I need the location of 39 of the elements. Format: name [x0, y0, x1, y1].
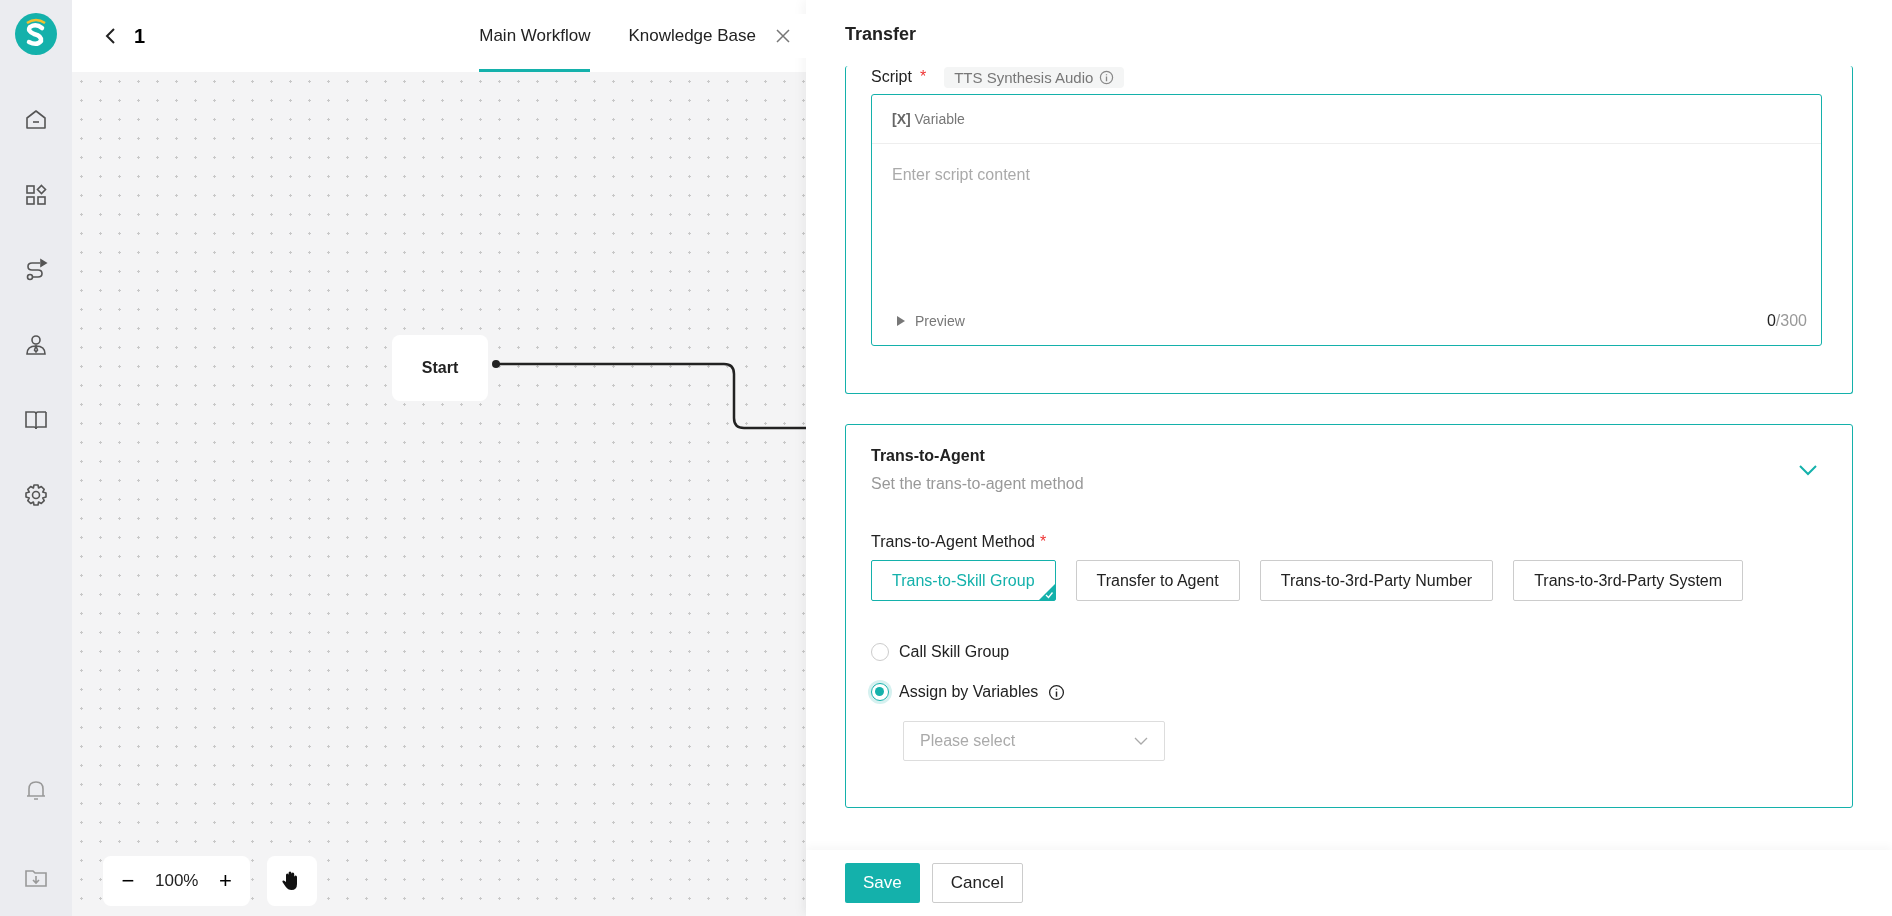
zoom-level: 100%	[155, 871, 199, 891]
back-button[interactable]: 1	[104, 24, 146, 48]
info-icon	[1099, 69, 1115, 85]
preview-button[interactable]: Preview	[896, 313, 965, 329]
play-icon	[896, 315, 906, 327]
audio-type-tag: TTS Synthesis Audio	[944, 66, 1125, 88]
radio-label: Assign by Variables	[899, 683, 1039, 701]
radio-label: Call Skill Group	[899, 643, 1010, 661]
cancel-button[interactable]: Cancel	[931, 863, 1023, 903]
logo-icon	[14, 12, 58, 56]
field-label: Trans-to-Agent Method	[871, 533, 1035, 551]
check-corner-icon	[1038, 584, 1055, 600]
caret-icon	[1134, 737, 1148, 745]
hand-tool-button[interactable]	[267, 856, 317, 906]
method-option-button[interactable]: Trans-to-3rd-Party System	[1513, 560, 1744, 601]
zoom-out-button[interactable]: −	[115, 868, 141, 894]
required-mark: *	[919, 68, 927, 86]
agent-icon[interactable]	[24, 333, 48, 357]
method-option-button[interactable]: Trans-to-3rd-Party Number	[1259, 560, 1494, 601]
method-option-button[interactable]: Transfer to Agent	[1075, 560, 1240, 601]
section-subtitle: Set the trans-to-agent method	[871, 475, 1084, 493]
close-icon	[775, 28, 791, 44]
field-label: Script	[871, 68, 912, 86]
character-count: 0/300	[1766, 312, 1807, 330]
workflow-tab[interactable]: Knowledge Base	[628, 0, 756, 72]
script-editor-field[interactable]: [X] Variable Enter script content Preview 0/300	[871, 94, 1822, 346]
required-mark: *	[1039, 533, 1047, 551]
book-icon[interactable]	[24, 408, 48, 432]
radio-button[interactable]	[871, 683, 889, 701]
start-node[interactable]: Start	[392, 335, 488, 401]
apps-icon[interactable]	[24, 183, 48, 207]
chevron-icon[interactable]	[1798, 464, 1818, 476]
panel-title: Transfer	[844, 23, 918, 46]
section-title: Trans-to-Agent	[871, 447, 986, 465]
home-icon[interactable]	[24, 108, 48, 132]
route-icon[interactable]	[24, 258, 48, 282]
settings-icon[interactable]	[24, 483, 48, 507]
zoom-in-button[interactable]: +	[212, 868, 239, 894]
variable-button[interactable]: [X] Variable	[892, 111, 965, 127]
